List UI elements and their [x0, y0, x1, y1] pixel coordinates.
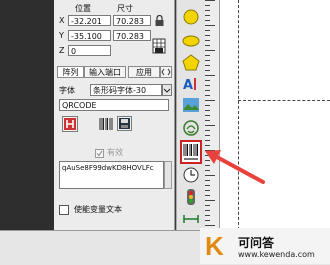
ellipse-tool-icon[interactable] [182, 32, 200, 50]
grid-lock-icon[interactable] [152, 38, 166, 54]
ruler-tick [205, 130, 210, 131]
ruler-tick [205, 80, 210, 81]
polygon-tool-icon[interactable] [182, 54, 200, 72]
ruler-tick [205, 45, 210, 46]
ruler-tick [205, 125, 215, 126]
size-heading: 尺寸 [117, 4, 133, 13]
valid-checkbox[interactable] [95, 149, 104, 158]
traffic-light-icon[interactable] [182, 188, 200, 206]
watermark-url: www.kewenda.com [238, 250, 315, 259]
ruler-tick [205, 75, 215, 76]
ruler-tick [205, 0, 215, 1]
tab-apply[interactable]: 应用 [128, 66, 160, 78]
ruler-tick [205, 50, 215, 51]
ruler-tick [205, 205, 210, 206]
ruler-tick [205, 120, 210, 121]
ruler-tick [205, 10, 210, 11]
highlight-arrow [205, 150, 265, 184]
ruler-tick [205, 110, 210, 111]
property-panel: 位置 尺寸 X -32.201 70.283 Y -35.100 70.283 … [54, 0, 175, 240]
watermark-logo: K [205, 231, 224, 261]
z-order-field[interactable]: 0 [68, 45, 111, 56]
ruler-tick [205, 65, 210, 66]
y-label: Y [59, 31, 64, 40]
barcode-type-field[interactable]: QRCODE [59, 99, 169, 111]
barcode-settings-button[interactable] [62, 116, 78, 132]
barcode-data-text: qAuSe8F99dwKD8HOVLFc [62, 164, 154, 172]
save-icon[interactable] [117, 116, 132, 131]
circle-tool-icon[interactable] [182, 8, 200, 26]
position-heading: 位置 [75, 4, 91, 13]
height-field[interactable]: 70.283 [113, 30, 151, 41]
valid-label: 有效 [107, 148, 123, 157]
tab-input-port[interactable]: 输入端口 [84, 66, 126, 78]
svg-text:A: A [183, 78, 193, 93]
tab-array[interactable]: 阵列 [57, 66, 84, 78]
ruler-tick [205, 105, 210, 106]
ruler-tick [205, 70, 210, 71]
ruler-tick [205, 85, 210, 86]
line-tool-icon[interactable] [182, 210, 200, 228]
ruler-tick [205, 200, 215, 201]
canvas-guide-horizontal [238, 100, 330, 101]
y-position-field[interactable]: -35.100 [68, 30, 111, 41]
x-position-field[interactable]: -32.201 [68, 15, 111, 26]
barcode-icon[interactable] [99, 117, 113, 131]
design-canvas[interactable] [220, 0, 330, 230]
clipart-tool-icon[interactable] [182, 119, 200, 137]
ruler-tick [205, 20, 210, 21]
image-tool-icon[interactable] [182, 96, 200, 114]
ruler-tick [205, 220, 210, 221]
ruler-tick [205, 25, 215, 26]
ruler-tick [205, 55, 210, 56]
ruler-tick [205, 40, 210, 41]
watermark-title: 可问答 [238, 236, 275, 250]
watermark: K 可问答 www.kewenda.com [200, 228, 330, 264]
ruler-tick [205, 100, 215, 101]
font-select-value: 条形码字体-30 [93, 86, 147, 95]
ruler-tick [205, 95, 210, 96]
ruler-tick [205, 195, 210, 196]
canvas-guide-vertical [238, 0, 239, 230]
barcode-data-textarea[interactable]: qAuSe8F99dwKD8HOVLFc [59, 161, 164, 189]
font-dropdown-arrow[interactable] [162, 84, 172, 96]
ruler-tick [205, 35, 210, 36]
z-label: Z [59, 46, 65, 55]
font-label: 字体 [59, 86, 75, 95]
ruler-tick [205, 210, 210, 211]
ruler-tick [205, 5, 210, 6]
text-tool-icon[interactable]: A [182, 75, 200, 93]
ruler-tick [205, 115, 210, 116]
vertical-ruler [205, 0, 220, 230]
variable-text-label: 使能变量文本 [74, 205, 122, 214]
tab-scroll-arrows[interactable] [160, 66, 172, 78]
textarea-scrollbar[interactable] [164, 161, 172, 189]
lock-icon[interactable] [154, 14, 165, 27]
ruler-tick [205, 225, 215, 226]
ruler-tick [205, 135, 210, 136]
ruler-tick [205, 30, 210, 31]
ruler-tick [205, 60, 210, 61]
ruler-tick [205, 190, 210, 191]
font-select[interactable]: 条形码字体-30 [90, 84, 162, 96]
ruler-tick [205, 215, 210, 216]
ruler-tick [205, 90, 210, 91]
variable-text-checkbox[interactable] [59, 205, 69, 215]
width-field[interactable]: 70.283 [113, 15, 151, 26]
ruler-tick [205, 15, 210, 16]
x-label: X [59, 16, 65, 25]
left-dark-strip [0, 0, 54, 264]
